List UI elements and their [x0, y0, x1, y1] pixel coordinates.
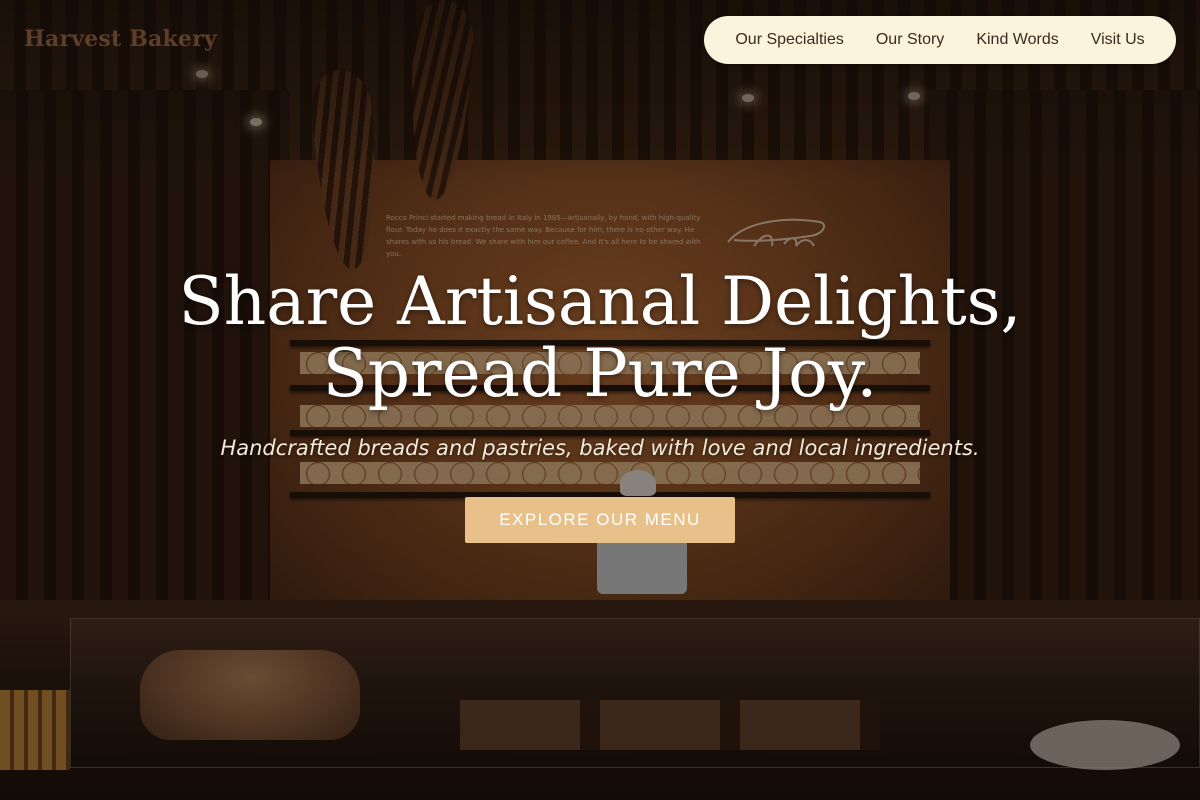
- nav-link-our-specialties[interactable]: Our Specialties: [735, 31, 844, 49]
- hero-title-line-1: Share Artisanal Delights,: [178, 263, 1022, 340]
- nav-link-visit-us[interactable]: Visit Us: [1091, 31, 1145, 49]
- hero-subtitle: Handcrafted breads and pastries, baked w…: [220, 436, 980, 460]
- main-nav: Our Specialties Our Story Kind Words Vis…: [704, 16, 1176, 64]
- hero-title: Share Artisanal Delights, Spread Pure Jo…: [0, 266, 1200, 410]
- hero-title-line-2: Spread Pure Joy.: [322, 335, 878, 412]
- brand-logo[interactable]: Harvest Bakery: [24, 26, 217, 52]
- nav-link-kind-words[interactable]: Kind Words: [976, 31, 1058, 49]
- explore-menu-button[interactable]: EXPLORE OUR MENU: [465, 497, 735, 543]
- nav-link-our-story[interactable]: Our Story: [876, 31, 944, 49]
